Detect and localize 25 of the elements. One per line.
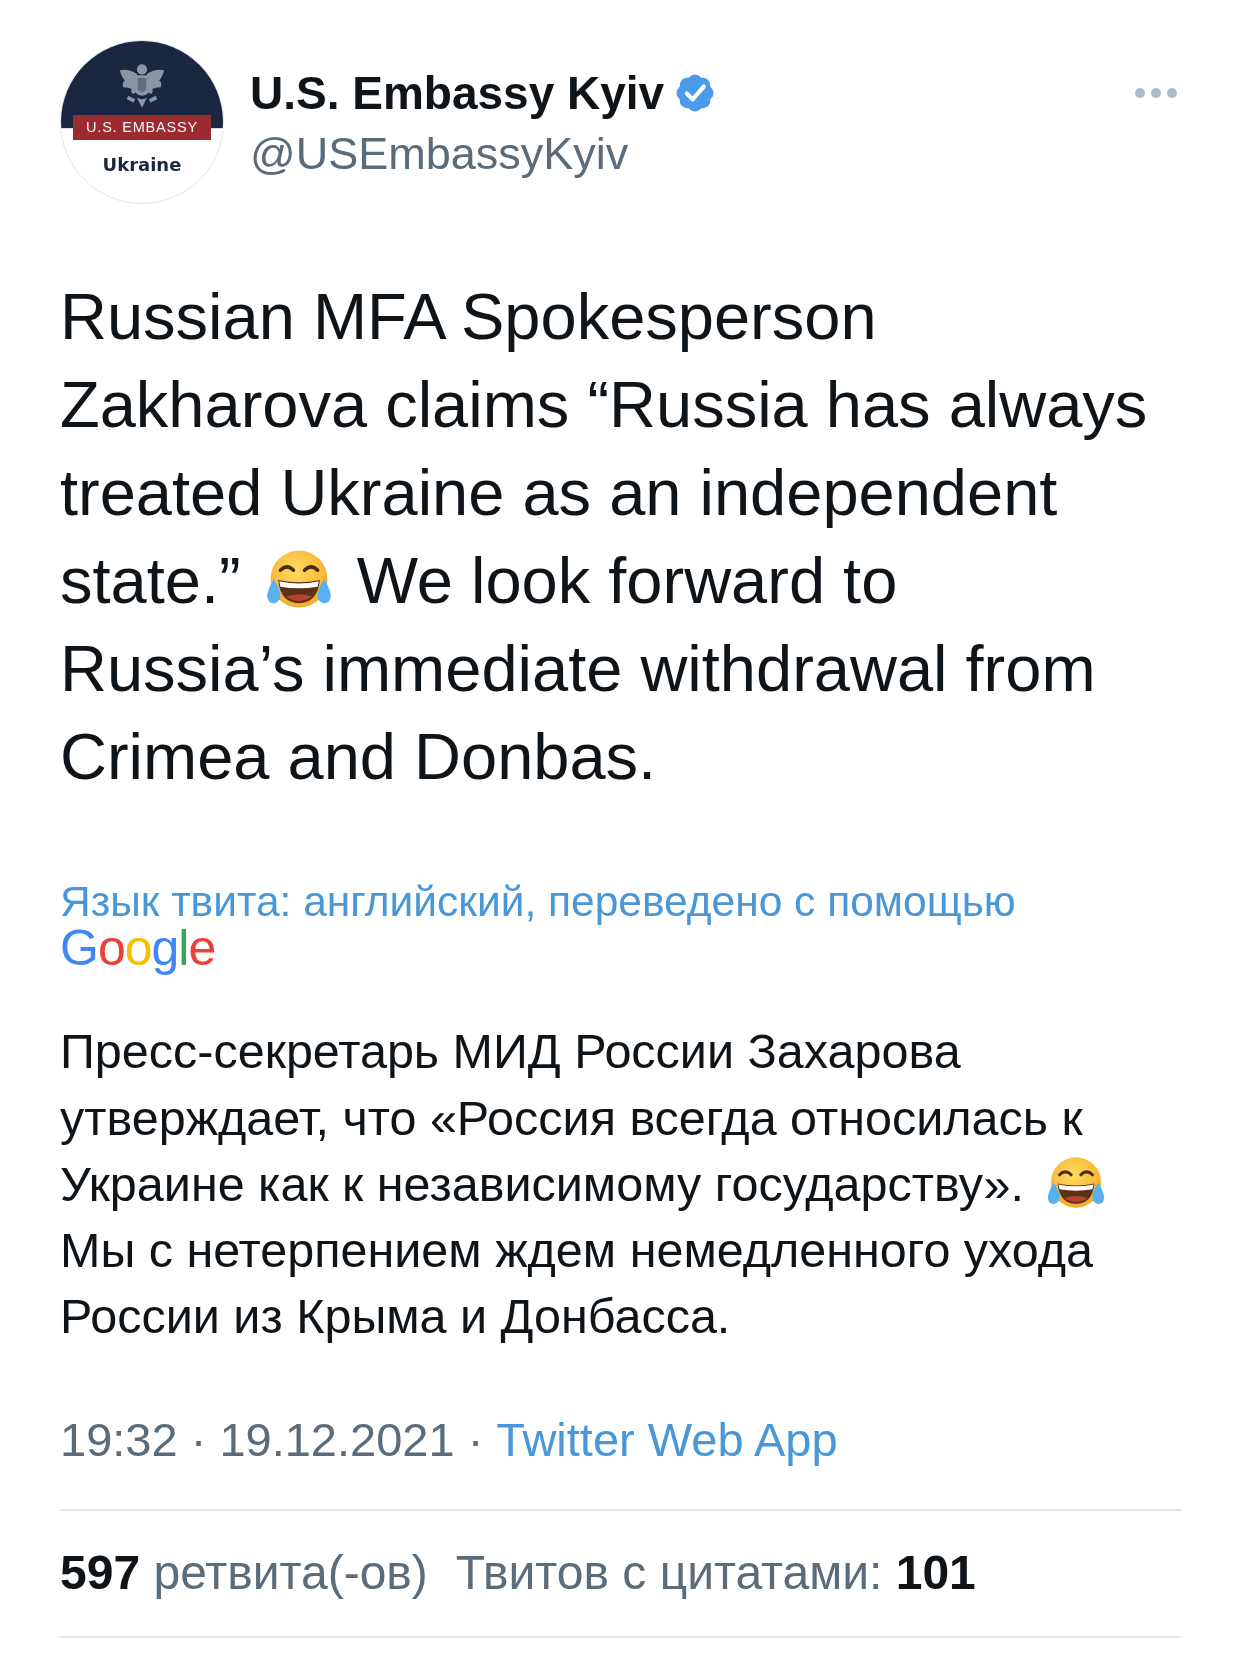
more-icon <box>1135 88 1177 98</box>
avatar-caption-text: Ukraine <box>102 154 182 176</box>
tweet-text: Russia’s immediate withdrawal from <box>60 631 1096 707</box>
display-name[interactable]: U.S. Embassy Kyiv <box>250 66 665 120</box>
user-handle[interactable]: @USEmbassyKyiv <box>250 126 629 182</box>
translated-text: России из Крыма и Донбасса. <box>60 1289 731 1346</box>
avatar-logo[interactable]: U.S. EMBASSY Ukraine <box>60 40 224 204</box>
eagle-seal-icon <box>119 63 165 109</box>
translated-text: утверждает, что «Россия всегда относилась к <box>60 1090 1083 1147</box>
laughing-face-icon <box>264 548 333 610</box>
tweet-text: Crimea and Donbas. <box>60 719 657 795</box>
tweet-text: Russian MFA Spokesperson <box>60 279 877 355</box>
tweet-text: treated Ukraine as an independent <box>60 455 1058 531</box>
tweet-text: state.” <box>60 543 241 619</box>
timestamp-text: 19:32 · 19.12.2021 <box>60 1412 455 1469</box>
laughing-face-icon <box>1045 1155 1106 1211</box>
stat-link[interactable]: Твитов с цитатами: 101 <box>455 1545 976 1602</box>
translated-text: Пресс-секретарь МИД России Захарова <box>60 1024 961 1081</box>
translated-text: Украине как к независимому государству». <box>60 1156 1024 1213</box>
translated-text: Мы с нетерпением ждем немедленного ухода <box>60 1223 1093 1279</box>
tweet-text: We look forward to <box>356 543 898 619</box>
tweet-text: Zakharova claims “Russia has always <box>60 367 1148 443</box>
stat-link[interactable]: 597 ретвита(-ов) <box>60 1545 428 1602</box>
avatar-banner: U.S. EMBASSY <box>73 115 211 140</box>
separator-dot: · <box>467 1412 484 1469</box>
